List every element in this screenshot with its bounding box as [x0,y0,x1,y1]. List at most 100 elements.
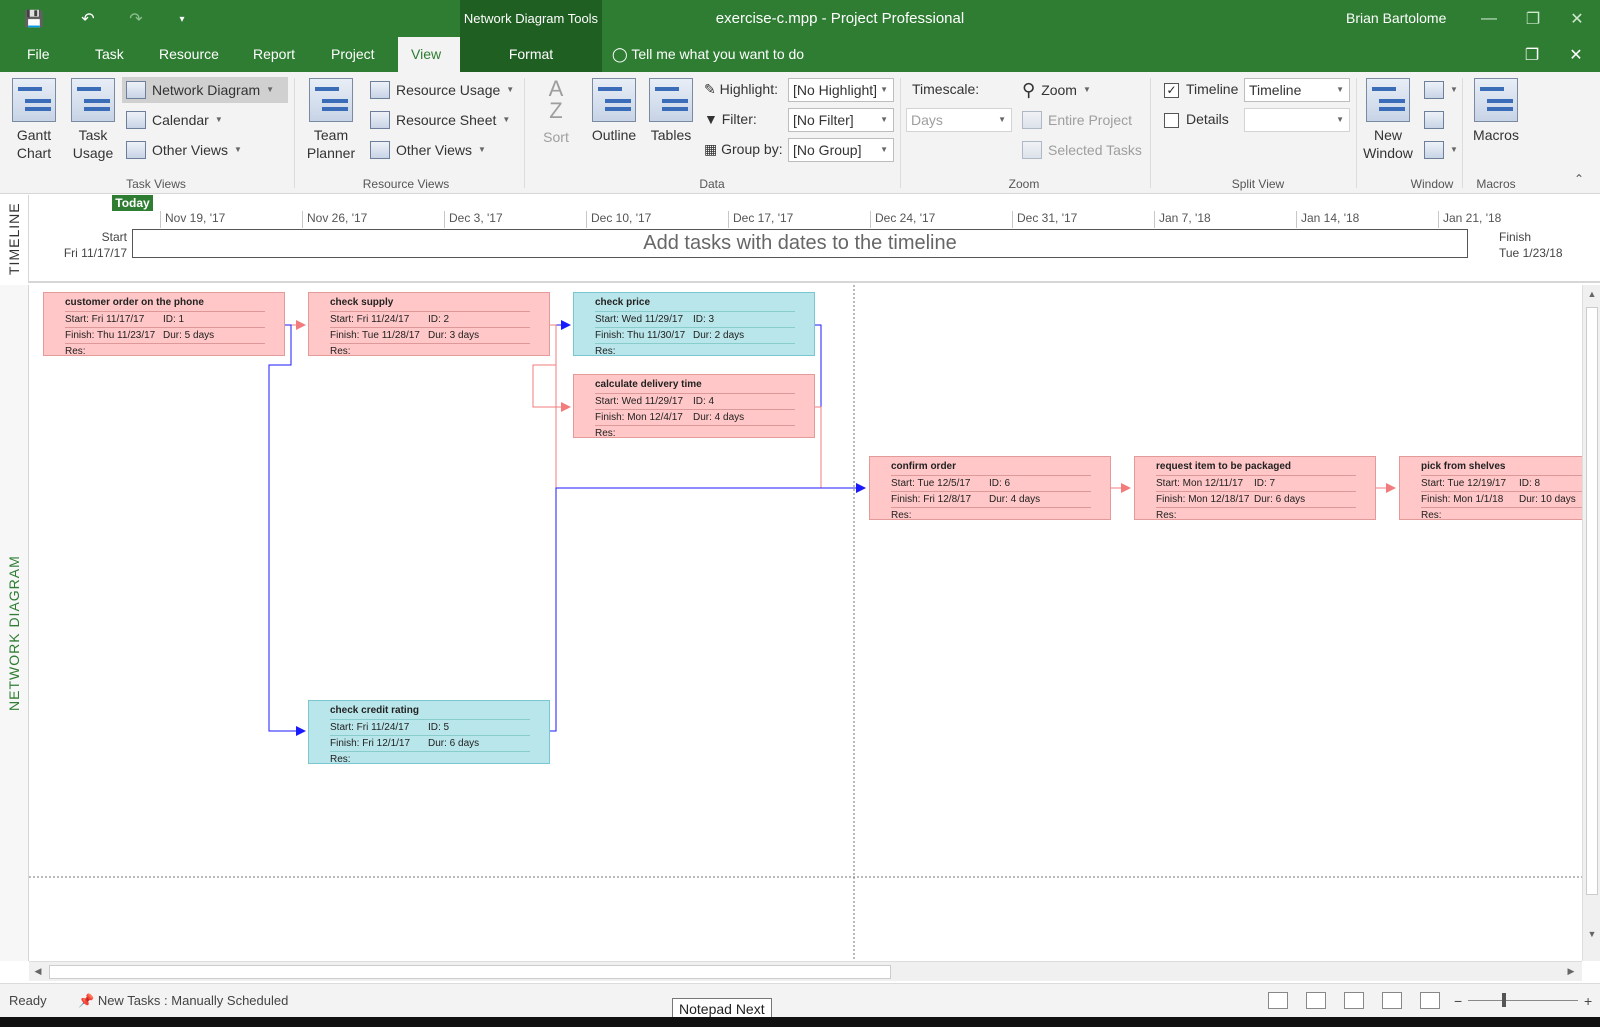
timeline-tick: Dec 24, '17 [870,211,935,228]
link-4-6 [809,406,866,493]
close-document-icon[interactable]: ✕ [1556,37,1596,72]
task-usage-icon [71,78,115,122]
timeline-select[interactable]: Timeline ▼ [1244,78,1350,102]
title-bar: 💾 ↶ ↷ ▾ Network Diagram Tools exercise-c… [0,0,1600,37]
zoom-slider[interactable] [1468,1000,1578,1001]
network-diagram-button[interactable]: Network Diagram ▼ [122,77,288,103]
chevron-down-icon: ▼ [1082,85,1091,94]
other-task-views-button[interactable]: Other Views ▼ [126,137,242,163]
team-planner-button[interactable]: Team Planner [300,78,362,162]
minimize-icon[interactable]: — [1466,0,1512,37]
timeline-tick: Jan 14, '18 [1296,211,1359,228]
timeline-tick: Dec 31, '17 [1012,211,1077,228]
entire-project-button[interactable]: Entire Project [1022,107,1132,133]
timeline-tick: Dec 17, '17 [728,211,793,228]
team-planner-view-icon[interactable] [1344,992,1364,1009]
task-node-1[interactable]: customer order on the phone Start: Fri 1… [43,292,285,356]
zoom-slider-thumb[interactable] [1502,993,1506,1007]
magnifier-icon: ⚲ [1022,80,1036,100]
task-node-5[interactable]: check credit rating Start: Fri 11/24/17 I… [308,700,550,764]
arrange-windows-button[interactable]: ▼ [1424,77,1458,103]
zoom-in-icon[interactable]: + [1584,984,1592,1018]
details-select[interactable]: ▼ [1244,108,1350,132]
scroll-left-icon[interactable]: ◀ [29,962,47,980]
zoom-out-icon[interactable]: − [1454,984,1462,1018]
resource-sheet-view-icon[interactable] [1382,992,1402,1009]
task-node-7[interactable]: request item to be packaged Start: Mon 1… [1134,456,1376,520]
task-node-2[interactable]: check supply Start: Fri 11/24/17 ID: 2 Fi… [308,292,550,356]
calendar-icon [126,111,146,129]
timeline-tick: Jan 7, '18 [1154,211,1211,228]
tab-view[interactable]: View [398,37,460,72]
task-usage-view-icon[interactable] [1306,992,1326,1009]
redo-icon[interactable]: ↷ [122,6,150,32]
resource-sheet-button[interactable]: Resource Sheet ▼ [370,107,510,133]
customize-qat-icon[interactable]: ▾ [168,6,196,32]
hide-window-button[interactable] [1424,107,1444,133]
timeline-bar[interactable]: Add tasks with dates to the timeline [132,229,1468,258]
new-window-icon [1366,78,1410,122]
scroll-down-icon[interactable]: ▼ [1583,925,1600,943]
vertical-scrollbar[interactable]: ▲ ▼ [1582,285,1600,961]
restore-icon[interactable]: ❐ [1510,0,1556,37]
network-diagram-icon [126,81,146,99]
chevron-down-icon: ▼ [266,85,275,94]
gantt-view-icon[interactable] [1268,992,1288,1009]
filter-select[interactable]: [No Filter] ▼ [788,108,894,132]
undo-icon[interactable]: ↶ [74,6,102,32]
collapse-ribbon-icon[interactable]: ⌃ [1574,172,1584,186]
timeline-tick: Nov 26, '17 [302,211,367,228]
timeline-pane[interactable]: Today Nov 19, '17 Nov 26, '17 Dec 3, '17… [29,195,1600,283]
tab-resource[interactable]: Resource [146,37,232,72]
zoom-button[interactable]: ⚲ Zoom ▼ [1022,77,1091,103]
timeline-checkbox[interactable]: ✓ [1164,83,1179,98]
horizontal-scrollbar[interactable]: ◀ ▶ [29,961,1582,981]
horizontal-scroll-thumb[interactable] [49,965,891,979]
switch-windows-icon [1424,141,1444,159]
new-tasks-mode[interactable]: 📌 New Tasks : Manually Scheduled [78,984,288,1018]
resource-usage-button[interactable]: Resource Usage ▼ [370,77,514,103]
ribbon-display-icon[interactable]: ❐ [1512,37,1552,72]
outline-button[interactable]: Outline [586,78,642,144]
tab-project[interactable]: Project [318,37,388,72]
sort-button[interactable]: AZ Sort [534,78,578,146]
switch-windows-button[interactable]: ▼ [1424,137,1458,163]
details-checkbox[interactable] [1164,113,1179,128]
group-divider [1150,78,1151,188]
tables-button[interactable]: Tables [644,78,698,144]
group-by-select[interactable]: [No Group] ▼ [788,138,894,162]
task-node-3[interactable]: check price Start: Wed 11/29/17 ID: 3 Fin… [573,292,815,356]
task-usage-button[interactable]: Task Usage [66,78,120,162]
link-5-6 [544,483,866,732]
task-node-4[interactable]: calculate delivery time Start: Wed 11/29… [573,374,815,438]
filter-label: ▼ Filter: [704,111,757,127]
reports-view-icon[interactable] [1420,992,1440,1009]
vertical-scroll-thumb[interactable] [1586,307,1598,895]
highlight-label: ✎ Highlight: [704,81,778,97]
network-diagram-canvas[interactable]: customer order on the phone Start: Fri 1… [29,285,1582,961]
timeline-start: Start Fri 11/17/17 [63,230,127,260]
tab-task[interactable]: Task [82,37,137,72]
highlight-select[interactable]: [No Highlight] ▼ [788,78,894,102]
selected-tasks-button[interactable]: Selected Tasks [1022,137,1142,163]
task-node-8[interactable]: pick from shelves Start: Tue 12/19/17 ID:… [1399,456,1582,520]
close-window-icon[interactable]: ✕ [1554,0,1600,37]
group-divider [1356,78,1357,188]
gantt-chart-button[interactable]: Gantt Chart [8,78,60,162]
save-icon[interactable]: 💾 [20,6,48,32]
timescale-select[interactable]: Days ▼ [906,108,1012,132]
macros-button[interactable]: Macros [1468,78,1524,144]
task-node-6[interactable]: confirm order Start: Tue 12/5/17 ID: 6 Fi… [869,456,1111,520]
tab-file[interactable]: File [14,37,63,72]
user-name[interactable]: Brian Bartolome [1346,0,1446,37]
tab-report[interactable]: Report [240,37,308,72]
scroll-right-icon[interactable]: ▶ [1562,962,1580,980]
tell-me-box[interactable]: ◯ Tell me what you want to do [612,37,804,72]
calendar-button[interactable]: Calendar ▼ [126,107,223,133]
tab-format[interactable]: Format [460,37,602,72]
new-window-button[interactable]: New Window [1362,78,1414,162]
scroll-up-icon[interactable]: ▲ [1583,285,1600,303]
outline-icon [592,78,636,122]
other-resource-views-button[interactable]: Other Views ▼ [370,137,486,163]
context-group-title: Network Diagram Tools [460,0,602,37]
